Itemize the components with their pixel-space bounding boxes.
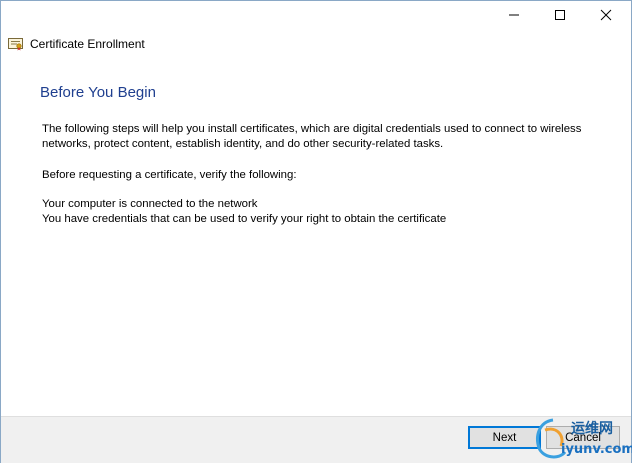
requirement-item: You have credentials that can be used to… [42, 213, 447, 225]
verify-intro: Before requesting a certificate, verify … [42, 169, 297, 181]
maximize-icon [555, 10, 565, 20]
requirement-item: Your computer is connected to the networ… [42, 198, 258, 210]
wizard-title: Certificate Enrollment [30, 37, 145, 51]
minimize-icon [509, 14, 519, 16]
watermark-site-text: iyunv.com [561, 442, 632, 457]
close-button[interactable] [583, 1, 629, 29]
watermark: 运维网 iyunv.com [531, 414, 632, 462]
certificate-icon [8, 38, 23, 51]
intro-line-2: networks, protect content, establish ide… [42, 138, 444, 150]
wizard-header: Certificate Enrollment [8, 35, 145, 53]
minimize-button[interactable] [491, 1, 537, 29]
page-heading: Before You Begin [40, 84, 156, 101]
close-icon [600, 9, 612, 21]
intro-line-1: The following steps will help you instal… [42, 123, 582, 135]
title-bar [1, 1, 631, 29]
maximize-button[interactable] [537, 1, 583, 29]
certificate-enrollment-window: Certificate Enrollment Before You Begin … [0, 0, 632, 463]
watermark-cn-text: 运维网 [571, 421, 613, 437]
